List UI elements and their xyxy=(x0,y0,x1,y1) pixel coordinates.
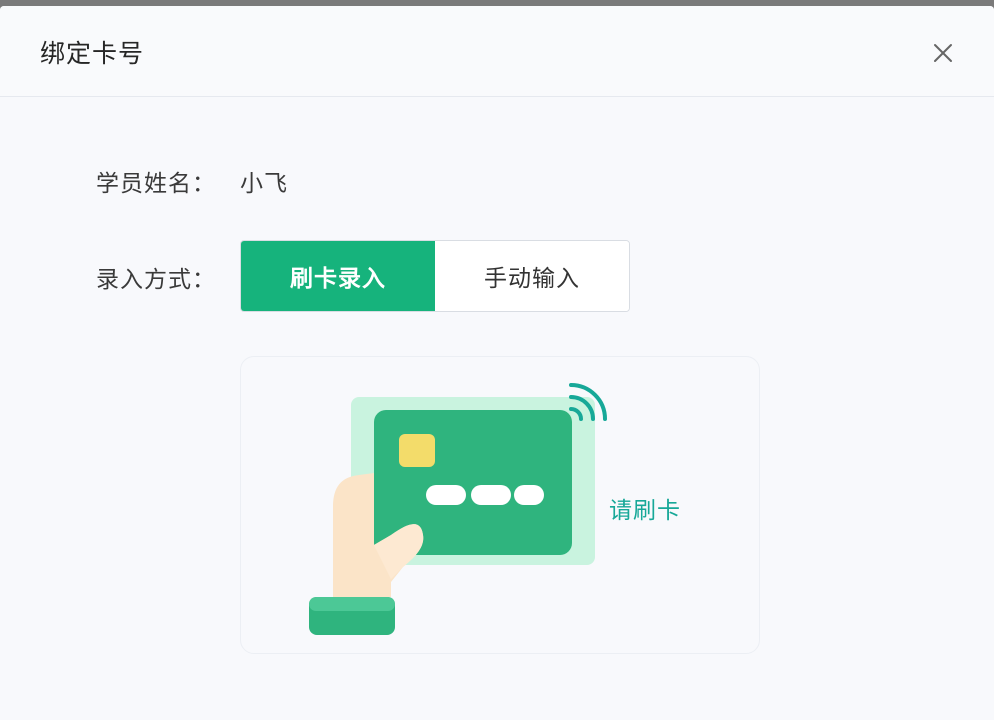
manual-input-mode-button[interactable]: 手动输入 xyxy=(435,241,629,311)
bind-card-dialog: 绑定卡号 学员姓名： 小飞 录入方式： 刷卡录入 手动输入 请刷卡 xyxy=(0,6,994,720)
close-icon xyxy=(934,44,952,62)
input-mode-segmented-control: 刷卡录入 手动输入 xyxy=(240,240,630,312)
student-name-label: 学员姓名： xyxy=(96,171,216,197)
swipe-card-mode-button[interactable]: 刷卡录入 xyxy=(241,241,435,311)
dialog-title: 绑定卡号 xyxy=(40,39,145,68)
student-name-value: 小飞 xyxy=(240,171,288,197)
input-mode-label: 录入方式： xyxy=(96,267,216,293)
card-swipe-icon xyxy=(309,397,595,635)
close-button[interactable] xyxy=(929,39,957,67)
swipe-card-hint: 请刷卡 xyxy=(609,498,681,524)
wifi-signal-icon xyxy=(569,383,607,421)
dialog-header: 绑定卡号 xyxy=(0,6,994,97)
card-swipe-panel: 请刷卡 xyxy=(240,356,760,654)
